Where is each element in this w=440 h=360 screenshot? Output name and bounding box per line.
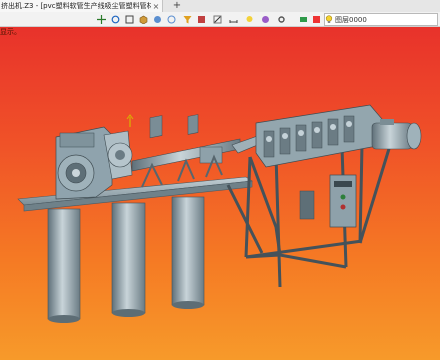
measure-icon[interactable] [228, 14, 238, 24]
tab-close-icon[interactable]: × [151, 2, 161, 11]
haul-off-motor [371, 119, 422, 150]
layer-select-value: 图层0000 [335, 15, 367, 24]
control-cabinet [299, 174, 357, 228]
layer-color-icon[interactable] [311, 14, 321, 24]
document-tab[interactable]: 挤出机.Z3 - [pvc塑料软管生产线吸尘管塑料管材挤出机] × [0, 0, 163, 12]
shaded-view-icon[interactable] [152, 14, 162, 24]
section-view-icon[interactable] [212, 14, 222, 24]
document-tab-title: 挤出机.Z3 - [pvc塑料软管生产线吸尘管塑料管材挤出机] [1, 2, 151, 10]
new-tab-button[interactable]: + [172, 0, 182, 12]
filter-icon[interactable] [182, 14, 192, 24]
move-icon[interactable] [96, 14, 106, 24]
lightbulb-icon [325, 15, 333, 23]
gearbox-motor [55, 114, 134, 200]
rotate-icon[interactable] [110, 14, 120, 24]
material-icon[interactable] [260, 14, 270, 24]
view-cube-icon[interactable] [138, 14, 148, 24]
layer-visibility-icon[interactable] [298, 14, 308, 24]
wireframe-view-icon[interactable] [166, 14, 176, 24]
settings-icon[interactable] [276, 14, 286, 24]
light-icon[interactable] [244, 14, 254, 24]
extruder-model[interactable] [0, 27, 440, 360]
toolbar: 图层0000 [0, 12, 440, 27]
zoom-fit-icon[interactable] [124, 14, 134, 24]
support-columns [47, 196, 205, 323]
layer-select[interactable]: 图层0000 [324, 13, 438, 26]
render-mode-icon[interactable] [196, 14, 206, 24]
